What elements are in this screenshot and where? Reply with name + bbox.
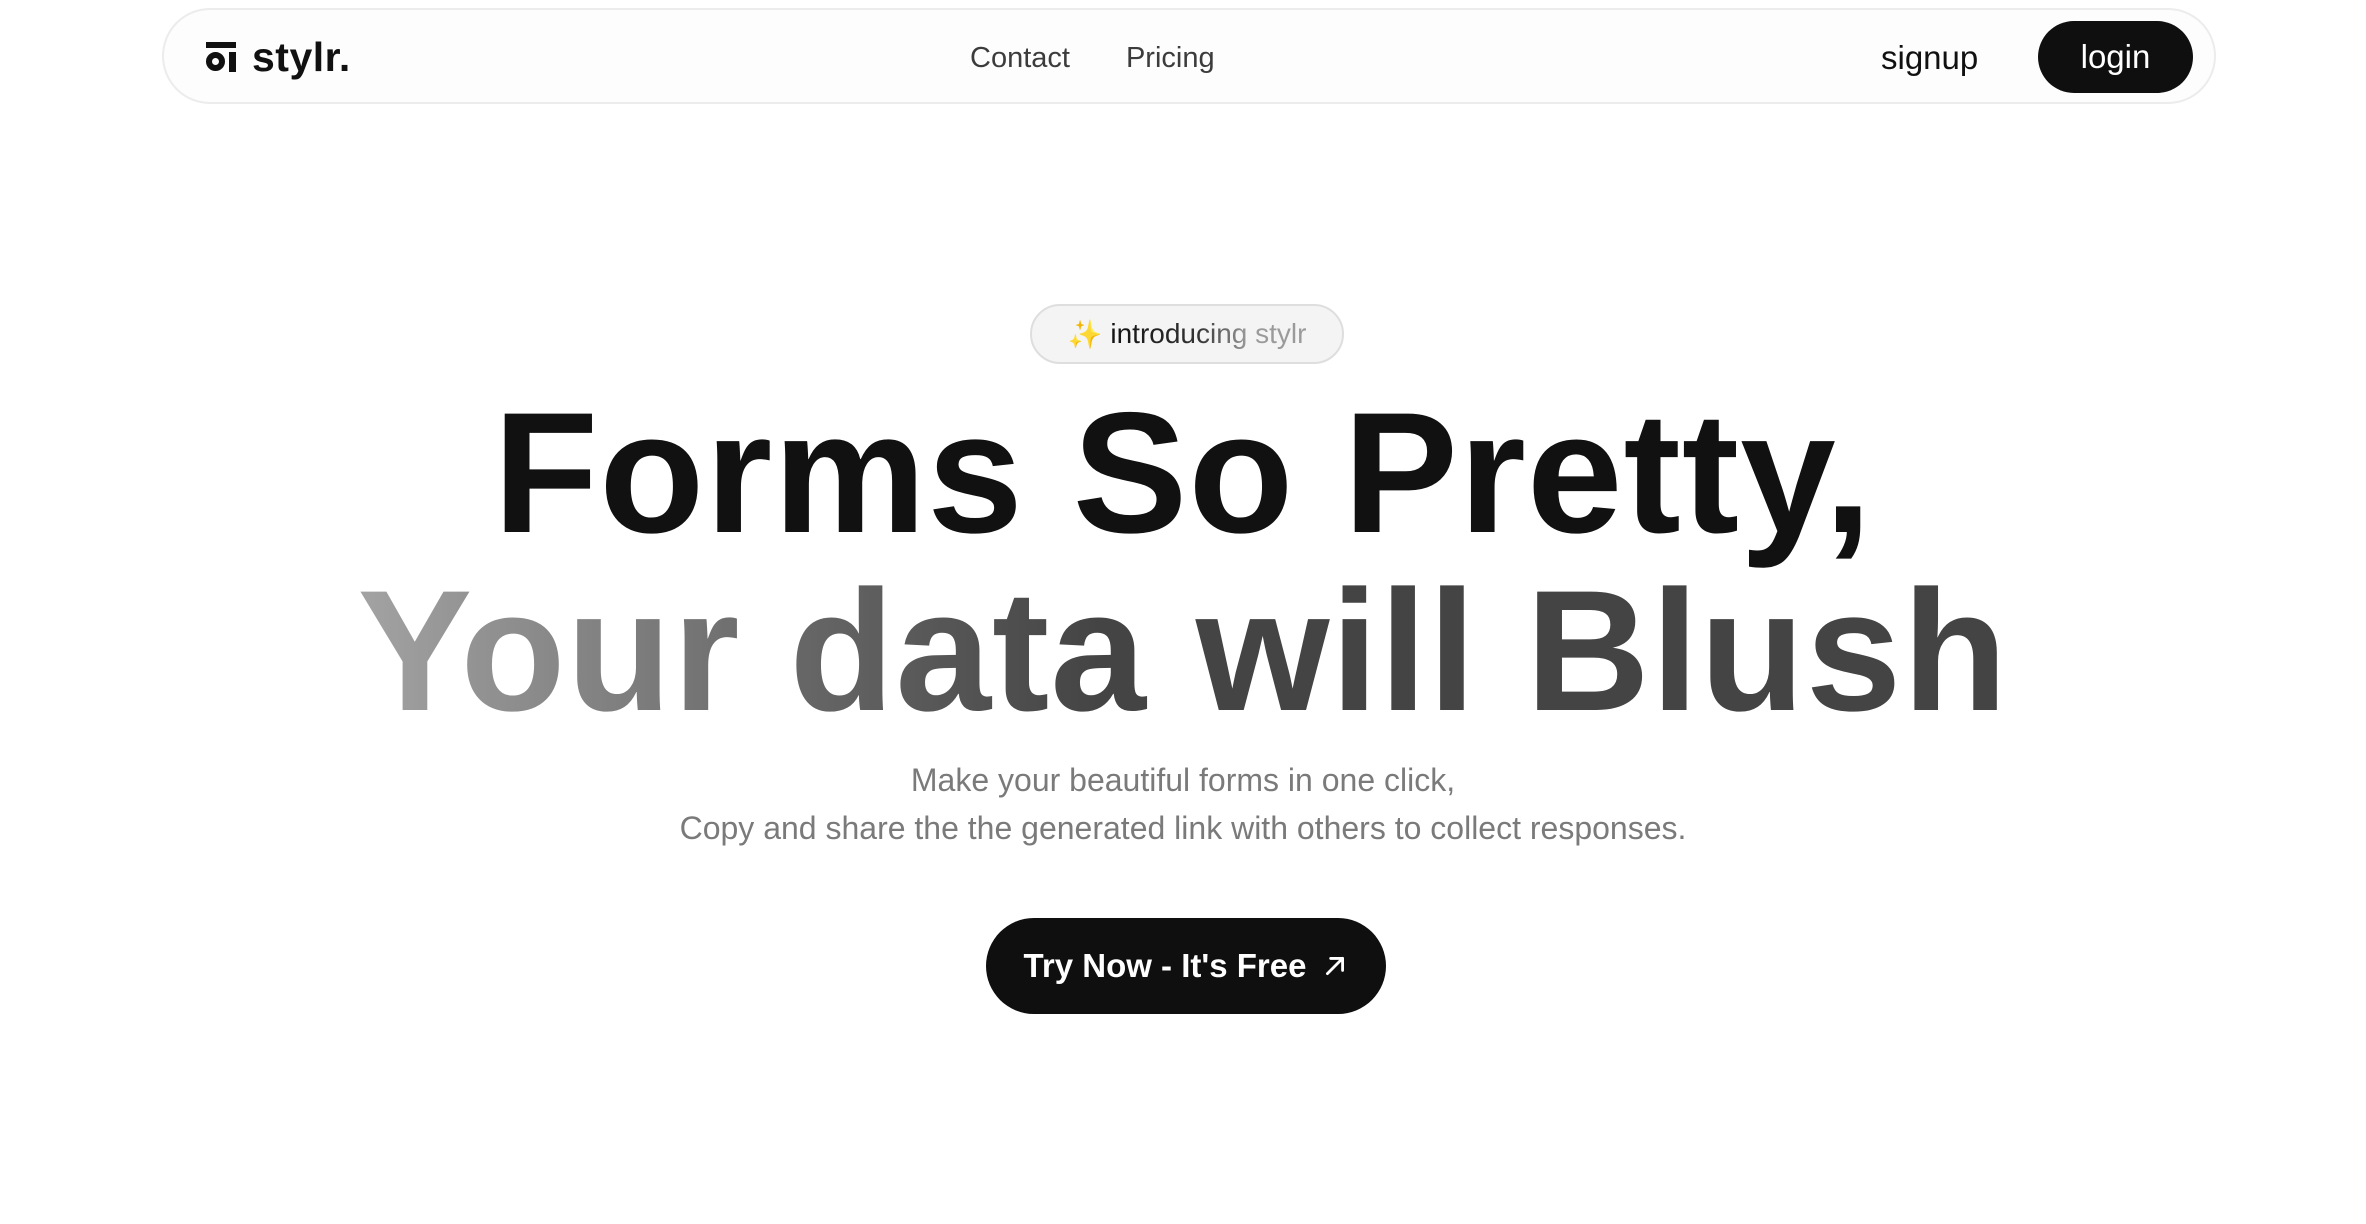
brand[interactable]: stylr. bbox=[206, 32, 351, 82]
try-now-button[interactable]: Try Now - It's Free bbox=[986, 918, 1386, 1014]
intro-badge-text: introducing stylr bbox=[1110, 318, 1307, 349]
login-button[interactable]: login bbox=[2038, 21, 2193, 93]
hero-headline-line-2-text: Your data will Blush bbox=[357, 555, 2009, 747]
arrow-up-right-icon bbox=[1326, 957, 1345, 975]
nav-link-pricing[interactable]: Pricing bbox=[1126, 42, 1215, 75]
signup-link[interactable]: signup bbox=[1881, 34, 1978, 82]
hero-headline-line-2: Your data will Blush bbox=[0, 556, 2366, 746]
hero-headline-line-1: Forms So Pretty, bbox=[493, 377, 1873, 569]
hero-subtitle-line-1: Make your beautiful forms in one click, bbox=[910, 762, 1456, 798]
top-navbar: stylr. Contact Pricing signup login bbox=[162, 8, 2216, 104]
hero-subtitle-line-2: Copy and share the the generated link wi… bbox=[679, 810, 1687, 846]
intro-badge: ✨ introducing stylr bbox=[1030, 304, 1344, 364]
brand-name: stylr. bbox=[252, 33, 351, 80]
nav-link-contact[interactable]: Contact bbox=[970, 42, 1070, 75]
try-now-label: Try Now - It's Free bbox=[1023, 947, 1307, 984]
stylr-logo-icon bbox=[206, 42, 236, 72]
sparkles-icon: ✨ bbox=[1067, 318, 1103, 350]
nav-links: Contact Pricing bbox=[970, 34, 1215, 82]
